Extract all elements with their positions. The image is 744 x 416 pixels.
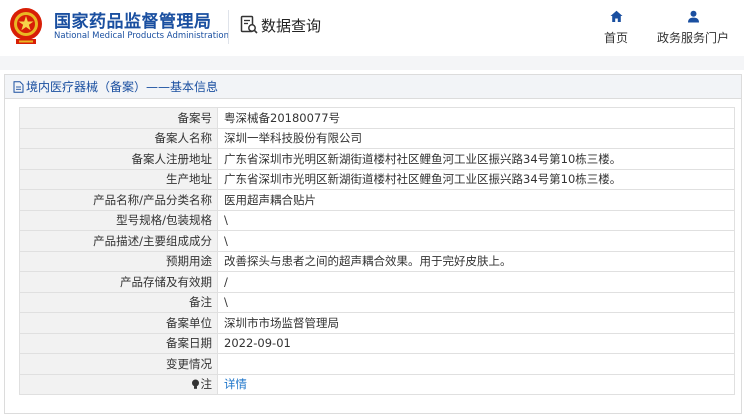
brand-subtitle: National Medical Products Administration <box>54 31 229 41</box>
table-row: 产品存储及有效期 / <box>19 271 735 293</box>
field-label: 预期用途 <box>19 250 218 272</box>
field-label: 变更情况 <box>19 353 218 375</box>
field-value: 广东省深圳市光明区新湖街道楼村社区鲤鱼河工业区振兴路34号第10栋三楼。 <box>217 168 735 190</box>
data-query-label: 数据查询 <box>261 16 322 35</box>
table-row: 备案号 粤深械备20180077号 <box>19 107 735 129</box>
lightbulb-icon <box>191 379 199 389</box>
field-label: 产品描述/主要组成成分 <box>19 230 218 252</box>
field-value: 深圳一举科技股份有限公司 <box>217 127 735 149</box>
field-label: 产品存储及有效期 <box>19 271 218 293</box>
national-emblem-icon <box>10 8 42 44</box>
field-label: 型号规格/包装规格 <box>19 209 218 231</box>
document-icon <box>13 80 24 93</box>
field-value: 医用超声耦合贴片 <box>217 189 735 211</box>
field-label: 备案人名称 <box>19 127 218 149</box>
field-label: 备案号 <box>19 107 218 129</box>
field-label: 备案日期 <box>19 332 218 354</box>
table-row: 变更情况 <box>19 353 735 375</box>
table-row: 备注 \ <box>19 291 735 313</box>
field-value: / <box>217 271 735 293</box>
field-label: 备案单位 <box>19 312 218 334</box>
nav-service-portal[interactable]: 政务服务门户 <box>652 10 734 50</box>
field-value: 广东省深圳市光明区新湖街道楼村社区鲤鱼河工业区振兴路34号第10栋三楼。 <box>217 148 735 170</box>
table-row: 产品描述/主要组成成分 \ <box>19 230 735 252</box>
field-label: 产品名称/产品分类名称 <box>19 189 218 211</box>
field-value: \ <box>217 291 735 313</box>
note-label: 注 <box>191 376 213 392</box>
user-icon <box>687 10 699 23</box>
header-divider <box>228 10 229 44</box>
record-table: 备案号 粤深械备20180077号 备案人名称 深圳一举科技股份有限公司 备案人注册地址… <box>19 107 735 395</box>
field-value: 改善探头与患者之间的超声耦合效果。用于完好皮肤上。 <box>217 250 735 272</box>
search-document-icon <box>240 15 258 34</box>
table-row: 备案人名称 深圳一举科技股份有限公司 <box>19 127 735 149</box>
data-query-title: 数据查询 <box>240 14 321 36</box>
table-row: 生产地址 广东省深圳市光明区新湖街道楼村社区鲤鱼河工业区振兴路34号第10栋三楼。 <box>19 168 735 190</box>
field-label: 备案人注册地址 <box>19 148 218 170</box>
field-value: 粤深械备20180077号 <box>217 107 735 129</box>
note-label-text: 注 <box>200 377 213 391</box>
site-header: 国家药品监督管理局 National Medical Products Admi… <box>0 0 744 56</box>
nav-home-label: 首页 <box>603 31 628 45</box>
header-separator <box>0 56 744 70</box>
table-row: 备案单位 深圳市市场监督管理局 <box>19 312 735 334</box>
nav-service-portal-label: 政务服务门户 <box>656 31 729 45</box>
field-value: 深圳市市场监督管理局 <box>217 312 735 334</box>
table-row: 预期用途 改善探头与患者之间的超声耦合效果。用于完好皮肤上。 <box>19 250 735 272</box>
field-label: 备注 <box>19 291 218 313</box>
field-value: \ <box>217 230 735 252</box>
field-value: \ <box>217 209 735 231</box>
table-row: 型号规格/包装规格 \ <box>19 209 735 231</box>
field-label: 生产地址 <box>19 168 218 190</box>
brand-title: 国家药品监督管理局 <box>54 12 212 32</box>
note-row: 注详情 <box>19 373 735 395</box>
field-value <box>217 353 735 375</box>
table-row: 备案人注册地址 广东省深圳市光明区新湖街道楼村社区鲤鱼河工业区振兴路34号第10栋… <box>19 148 735 170</box>
section-header: 境内医疗器械（备案）——基本信息 <box>5 75 741 99</box>
home-icon <box>610 10 622 22</box>
field-value: 2022-09-01 <box>217 332 735 354</box>
basic-info-panel: 境内医疗器械（备案）——基本信息 备案号 粤深械备20180077号 备案人名称 深圳… <box>4 74 742 414</box>
note-label-cell: 注 <box>19 373 218 395</box>
nav-home[interactable]: 首页 <box>596 10 636 50</box>
details-link[interactable]: 详情 <box>217 373 735 395</box>
section-title: 境内医疗器械（备案）——基本信息 <box>26 80 219 94</box>
table-row: 备案日期 2022-09-01 <box>19 332 735 354</box>
table-row: 产品名称/产品分类名称 医用超声耦合贴片 <box>19 189 735 211</box>
